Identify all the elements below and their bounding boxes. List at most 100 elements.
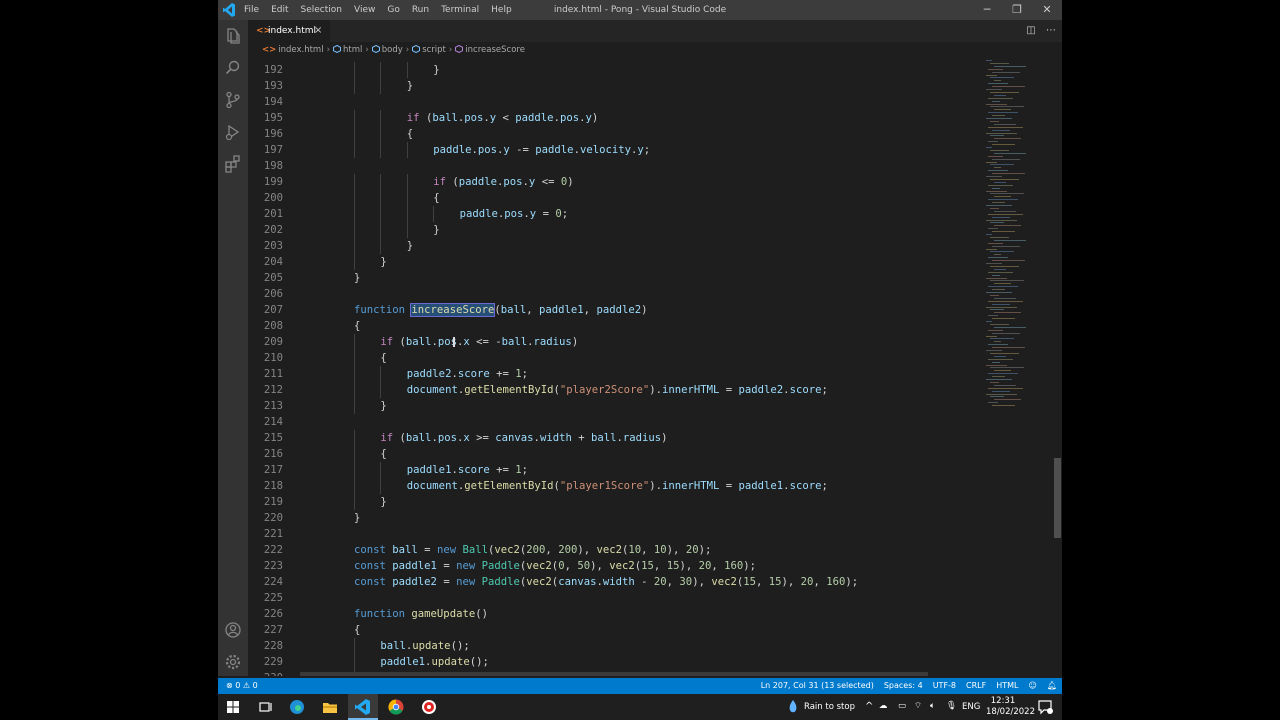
problems-indicator[interactable]: ⊗ 0 ⚠ 0: [226, 678, 258, 694]
menu-item-help[interactable]: Help: [485, 0, 518, 20]
code-editor[interactable]: 192} 193} 194 195 if (ball.pos.y < paddle.po…: [248, 58, 980, 676]
source-control-icon[interactable]: [223, 90, 243, 110]
weather-text[interactable]: Rain to stop: [804, 702, 855, 712]
code-line[interactable]: 229 paddle1.update();: [248, 654, 980, 670]
code-line[interactable]: 218 document.getElementById("player1Score…: [248, 478, 980, 494]
tab-index-html[interactable]: <> index.html ×: [248, 20, 330, 42]
code-line[interactable]: 215 if (ball.pos.x >= canvas.width + ball…: [248, 430, 980, 446]
cursor-position[interactable]: Ln 207, Col 31 (13 selected): [756, 678, 879, 694]
clock-time[interactable]: 12:31: [986, 696, 1020, 706]
task-view-icon[interactable]: [256, 698, 274, 716]
windows-start-icon[interactable]: [224, 698, 242, 716]
code-line[interactable]: 224 const paddle2 = new Paddle(vec2(canva…: [248, 574, 980, 590]
explorer-icon[interactable]: [223, 26, 243, 46]
code-line[interactable]: 195 if (ball.pos.y < paddle.pos.y): [248, 110, 980, 126]
breadcrumb-item[interactable]: index.html: [278, 45, 323, 55]
menu-item-edit[interactable]: Edit: [265, 0, 294, 20]
code-line[interactable]: 212 document.getElementById("player2Score…: [248, 382, 980, 398]
onedrive-cloud-icon[interactable]: ☁: [879, 701, 888, 711]
code-line[interactable]: 207 function increaseScore(ball, paddle1,…: [248, 302, 980, 318]
code-line[interactable]: 222 const ball = new Ball(vec2(200, 200),…: [248, 542, 980, 558]
horizontal-scrollbar[interactable]: [300, 672, 928, 676]
code-line[interactable]: 220}: [248, 510, 980, 526]
close-tab-icon[interactable]: ×: [314, 20, 322, 42]
weather-icon[interactable]: [784, 698, 802, 716]
code-line[interactable]: 198: [248, 158, 980, 174]
feedback-icon[interactable]: ☺: [1024, 678, 1042, 694]
breadcrumb-item[interactable]: body: [382, 45, 403, 55]
menu-item-view[interactable]: View: [348, 0, 381, 20]
code-line[interactable]: 202}: [248, 222, 980, 238]
code-line[interactable]: 199 if (paddle.pos.y <= 0): [248, 174, 980, 190]
eol-setting[interactable]: CRLF: [961, 678, 991, 694]
code-line[interactable]: 225: [248, 590, 980, 606]
code-line[interactable]: 219}: [248, 494, 980, 510]
code-line[interactable]: 227 {: [248, 622, 980, 638]
menu-item-file[interactable]: File: [238, 0, 265, 20]
close-window-button[interactable]: ✕: [1032, 0, 1062, 20]
code-line[interactable]: 193}: [248, 78, 980, 94]
file-explorer-icon[interactable]: [321, 698, 339, 716]
settings-gear-icon[interactable]: [223, 652, 243, 672]
more-actions-icon[interactable]: ⋯: [1044, 24, 1058, 38]
code-line[interactable]: 204}: [248, 254, 980, 270]
code-line[interactable]: 194: [248, 94, 980, 110]
code-token: (: [393, 432, 406, 444]
extensions-icon[interactable]: [223, 154, 243, 174]
code-text: const paddle2 = new Paddle(vec2(canvas.w…: [354, 574, 858, 590]
code-line[interactable]: 201 paddle.pos.y = 0;: [248, 206, 980, 222]
input-language[interactable]: ENG: [962, 702, 980, 712]
code-line[interactable]: 203}: [248, 238, 980, 254]
code-line[interactable]: 228 ball.update();: [248, 638, 980, 654]
network-icon[interactable]: ▭: [898, 701, 906, 711]
vscode-taskbar-icon[interactable]: [354, 698, 372, 716]
split-editor-icon[interactable]: ◫: [1024, 24, 1038, 38]
notifications-bell-icon[interactable]: 🔔︎: [1042, 678, 1062, 694]
menu-item-run[interactable]: Run: [406, 0, 435, 20]
vertical-scrollbar[interactable]: [1054, 458, 1061, 538]
code-line[interactable]: 205}: [248, 270, 980, 286]
maximize-button[interactable]: ❐: [1002, 0, 1032, 20]
code-line[interactable]: 208 {: [248, 318, 980, 334]
code-line[interactable]: 200 {: [248, 190, 980, 206]
code-line[interactable]: 217 paddle1.score += 1;: [248, 462, 980, 478]
breadcrumb-item[interactable]: html: [343, 45, 362, 55]
code-line[interactable]: 210 {: [248, 350, 980, 366]
breadcrumb-item[interactable]: script: [422, 45, 446, 55]
menu-item-terminal[interactable]: Terminal: [435, 0, 485, 20]
menu-item-selection[interactable]: Selection: [295, 0, 348, 20]
run-debug-icon[interactable]: [223, 122, 243, 142]
code-line[interactable]: 226 function gameUpdate(): [248, 606, 980, 622]
code-line[interactable]: 211 paddle2.score += 1;: [248, 366, 980, 382]
breadcrumb-item[interactable]: increaseScore: [465, 45, 525, 55]
minimap[interactable]: [980, 58, 1052, 676]
chrome-browser-icon[interactable]: [387, 698, 405, 716]
wifi-icon[interactable]: ⌔: [914, 701, 922, 711]
code-line[interactable]: 206: [248, 286, 980, 302]
code-line[interactable]: 216 {: [248, 446, 980, 462]
tray-expand-icon[interactable]: ^: [865, 701, 873, 712]
minimap-line: [990, 91, 1019, 93]
clock-date[interactable]: 18/02/2022: [986, 707, 1035, 717]
code-line[interactable]: 223 const paddle1 = new Paddle(vec2(0, 50…: [248, 558, 980, 574]
code-line[interactable]: 197 paddle.pos.y -= paddle.velocity.y;: [248, 142, 980, 158]
notification-center-icon[interactable]: [1036, 698, 1054, 716]
account-icon[interactable]: [223, 620, 243, 640]
search-icon[interactable]: [223, 58, 243, 78]
encoding-setting[interactable]: UTF-8: [928, 678, 961, 694]
code-line[interactable]: 214: [248, 414, 980, 430]
code-token: }: [380, 256, 387, 268]
minimize-button[interactable]: ─: [972, 0, 1002, 20]
code-line[interactable]: 196 {: [248, 126, 980, 142]
language-mode[interactable]: HTML: [991, 678, 1023, 694]
screen-recorder-icon[interactable]: [420, 698, 438, 716]
menu-item-go[interactable]: Go: [381, 0, 405, 20]
code-line[interactable]: 213}: [248, 398, 980, 414]
indentation-setting[interactable]: Spaces: 4: [879, 678, 928, 694]
microphone-icon[interactable]: 🎙︎: [946, 701, 957, 711]
edge-browser-icon[interactable]: [288, 698, 306, 716]
code-line[interactable]: 192}: [248, 62, 980, 78]
volume-icon[interactable]: 🔈︎: [930, 701, 935, 711]
code-line[interactable]: 221: [248, 526, 980, 542]
code-line[interactable]: 209 if (ball.pos.x <= -ball.radius): [248, 334, 980, 350]
